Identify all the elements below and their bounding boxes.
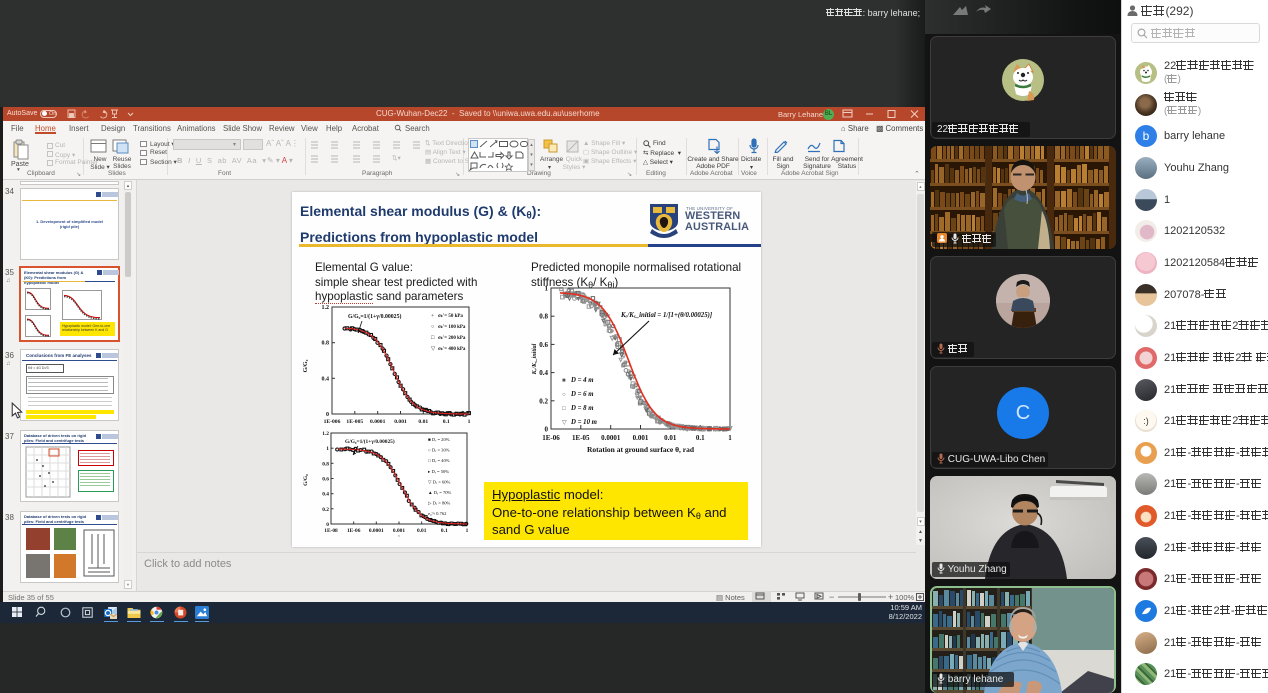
- svg-text:+: +: [431, 313, 434, 319]
- svg-text:Kₑ/Kₑ_initial = 1/[1+(θ/0.0002: Kₑ/Kₑ_initial = 1/[1+(θ/0.00025)]: [620, 312, 713, 319]
- svg-text:G/G₀: G/G₀: [303, 474, 309, 486]
- svg-text:0.8: 0.8: [539, 313, 548, 321]
- svg-text:0.4: 0.4: [322, 376, 330, 382]
- svg-text:□: □: [562, 406, 566, 412]
- svg-text:0.8: 0.8: [322, 461, 329, 467]
- svg-text:Kₑ/Kₑ_initial: Kₑ/Kₑ_initial: [532, 343, 538, 375]
- svg-text:0.4: 0.4: [539, 369, 548, 377]
- svg-text:▲ Dᵣ = 70%: ▲ Dᵣ = 70%: [428, 490, 452, 495]
- svg-text:σₖ'= 200 kPa: σₖ'= 200 kPa: [438, 336, 466, 341]
- svg-text:σₖ'= 400 kPa: σₖ'= 400 kPa: [438, 347, 466, 352]
- svg-text:0.01: 0.01: [664, 434, 677, 442]
- svg-text:1E-05: 1E-05: [572, 434, 590, 442]
- svg-text:1E-06: 1E-06: [347, 528, 361, 534]
- svg-text:σₖ'= 50 kPa: σₖ'= 50 kPa: [438, 314, 463, 319]
- svg-text:σₖ'= 100 kPa: σₖ'= 100 kPa: [438, 325, 466, 330]
- svg-text:■: ■: [562, 378, 566, 384]
- svg-text:1: 1: [728, 434, 732, 442]
- svg-text:0.1: 0.1: [696, 434, 705, 442]
- svg-text:0.8: 0.8: [322, 341, 330, 347]
- svg-text:1E-08: 1E-08: [324, 528, 338, 534]
- svg-text:1: 1: [466, 528, 469, 534]
- svg-text:D = 4 m: D = 4 m: [570, 377, 594, 384]
- svg-text:0.1: 0.1: [441, 528, 448, 534]
- svg-text:0.0001: 0.0001: [369, 528, 384, 534]
- svg-text:1.2: 1.2: [322, 305, 330, 311]
- svg-text:▽: ▽: [431, 346, 435, 352]
- svg-text:1: 1: [545, 285, 549, 293]
- svg-text:1: 1: [326, 446, 329, 452]
- svg-text:Rotation at ground surface θ,: Rotation at ground surface θ, rad: [587, 445, 695, 454]
- svg-text:○ Dᵣ = 30%: ○ Dᵣ = 30%: [428, 448, 450, 453]
- svg-text:1.2: 1.2: [322, 431, 329, 437]
- svg-text:1E-06: 1E-06: [542, 434, 560, 442]
- svg-text:D = 6 m: D = 6 m: [570, 391, 594, 398]
- svg-text:G/G₀=1/(1+γ/0.00025): G/G₀=1/(1+γ/0.00025): [348, 313, 401, 320]
- svg-text:○: ○: [562, 392, 566, 398]
- svg-text:0: 0: [326, 412, 329, 418]
- svg-text:0.6: 0.6: [539, 341, 548, 349]
- svg-text:0.6: 0.6: [322, 477, 329, 483]
- svg-text:0.01: 0.01: [417, 528, 427, 534]
- svg-text:0.2: 0.2: [322, 507, 329, 513]
- svg-text:▽: ▽: [562, 420, 567, 426]
- svg-text:■ Dᵣ = 20%: ■ Dᵣ = 20%: [428, 437, 450, 442]
- svg-text:○: ○: [431, 324, 434, 330]
- svg-text:0.001: 0.001: [633, 434, 649, 442]
- svg-text:G/G₀: G/G₀: [303, 359, 309, 372]
- svg-text:0: 0: [545, 426, 549, 434]
- svg-text:γ: γ: [398, 533, 400, 537]
- svg-text:▽ Dᵣ = 60%: ▽ Dᵣ = 60%: [428, 479, 451, 484]
- svg-text:D = 10 m: D = 10 m: [570, 419, 597, 426]
- svg-text:0.2: 0.2: [539, 397, 548, 405]
- svg-text:D = 8 m: D = 8 m: [570, 405, 594, 412]
- svg-text:▷ Dᵣ = 80%: ▷ Dᵣ = 80%: [428, 501, 451, 506]
- svg-text:□ Dᵣ = 40%: □ Dᵣ = 40%: [428, 458, 450, 463]
- svg-text:e₀'≈ 0.762: e₀'≈ 0.762: [428, 511, 447, 516]
- svg-text:0.0001: 0.0001: [601, 434, 621, 442]
- svg-text:G/G₀=1/(1+γ/0.00025): G/G₀=1/(1+γ/0.00025): [345, 438, 395, 445]
- svg-text:▸ Dᵣ = 50%: ▸ Dᵣ = 50%: [428, 469, 449, 474]
- svg-text:0.4: 0.4: [322, 492, 329, 498]
